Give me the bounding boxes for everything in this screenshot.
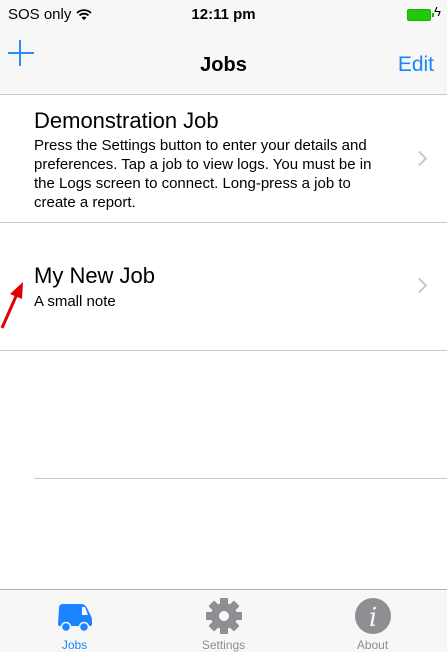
job-title: My New Job bbox=[34, 263, 156, 288]
annotation-arrow-icon bbox=[0, 282, 23, 329]
job-title: Demonstration Job bbox=[34, 108, 219, 133]
tab-settings[interactable]: Settings bbox=[149, 590, 298, 652]
status-bar: SOS only 12:11 pm ϟ bbox=[0, 0, 447, 28]
job-description: Press the Settings button to enter your … bbox=[34, 137, 372, 211]
job-row-my-new-job[interactable]: My New Job A small note bbox=[0, 223, 447, 351]
tab-bar: Jobs Settings i About bbox=[0, 589, 447, 652]
charging-icon: ϟ bbox=[434, 4, 441, 19]
chevron-right-icon bbox=[411, 277, 428, 294]
tab-label: About bbox=[356, 638, 389, 652]
van-icon bbox=[57, 604, 92, 633]
tab-label: Jobs bbox=[61, 638, 88, 652]
row-separator bbox=[34, 478, 447, 479]
navigation-bar: Jobs Edit bbox=[0, 28, 447, 95]
status-time: 12:11 pm bbox=[191, 6, 256, 23]
gear-icon bbox=[205, 598, 242, 634]
battery-icon bbox=[407, 9, 434, 21]
edit-button[interactable]: Edit bbox=[398, 53, 434, 77]
tab-jobs[interactable]: Jobs bbox=[0, 590, 149, 652]
chevron-right-icon bbox=[411, 150, 428, 167]
tab-label: Settings bbox=[201, 638, 246, 652]
tab-about[interactable]: i About bbox=[298, 590, 447, 652]
job-row-demonstration[interactable]: Demonstration Job Press the Settings but… bbox=[0, 96, 447, 223]
page-title: Jobs bbox=[200, 54, 247, 76]
job-description: A small note bbox=[34, 293, 116, 310]
info-icon: i bbox=[354, 598, 391, 634]
svg-text:i: i bbox=[368, 603, 376, 633]
